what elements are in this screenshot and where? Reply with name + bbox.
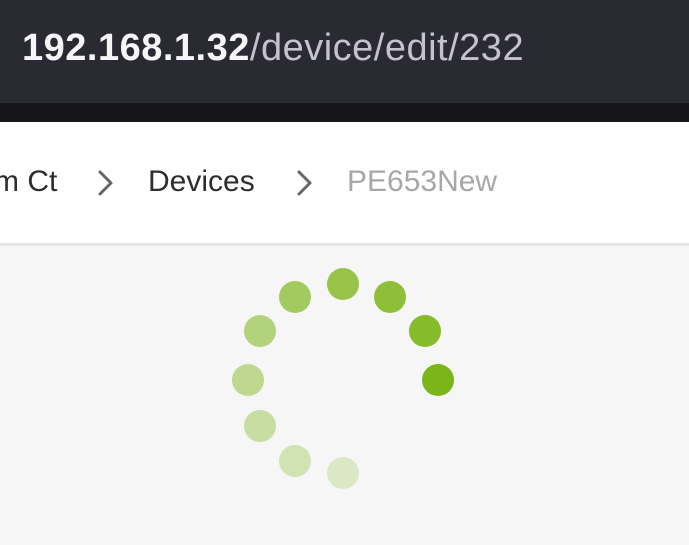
spinner-dot — [244, 315, 276, 347]
url-path: /device/edit/232 — [249, 27, 525, 69]
breadcrumb-item-current: PE653New — [347, 165, 498, 198]
loading-spinner-icon — [232, 268, 454, 489]
breadcrumb-item-ancestor[interactable]: m Ct — [0, 162, 57, 202]
url-host: 192.168.1.32 — [22, 27, 250, 69]
toolbar-divider — [0, 103, 689, 122]
breadcrumb-item-devices[interactable]: Devices — [148, 162, 255, 202]
breadcrumb: m Ct Devices PE653New — [0, 122, 689, 246]
spinner-dot — [422, 364, 454, 396]
main-content — [0, 246, 689, 545]
address-bar[interactable]: 192.168.1.32/device/edit/232 — [0, 0, 689, 103]
spinner-dot — [374, 281, 406, 313]
spinner-dot — [244, 410, 276, 442]
spinner-dot — [327, 457, 359, 489]
chevron-right-icon — [297, 170, 312, 196]
spinner-dot — [279, 445, 311, 477]
spinner-dot — [409, 315, 441, 347]
chevron-right-icon — [98, 170, 113, 196]
spinner-dot — [232, 364, 264, 396]
url-text[interactable]: 192.168.1.32/device/edit/232 — [22, 26, 524, 70]
spinner-dot — [279, 281, 311, 313]
spinner-dot — [327, 268, 359, 300]
